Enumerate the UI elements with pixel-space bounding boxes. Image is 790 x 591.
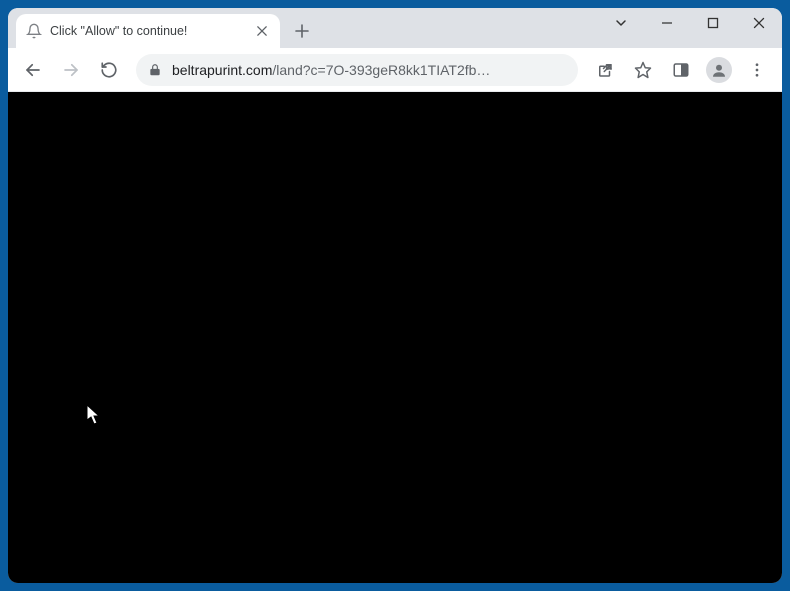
menu-button[interactable] [740, 53, 774, 87]
toolbar: beltrapurint.com/land?c=7O-393geR8kk1TIA… [8, 48, 782, 92]
window-close-button[interactable] [736, 8, 782, 38]
bookmark-button[interactable] [626, 53, 660, 87]
lock-icon [148, 63, 162, 77]
tab-title: Click "Allow" to continue! [50, 24, 246, 38]
cursor-icon [86, 404, 102, 426]
reload-button[interactable] [92, 53, 126, 87]
window-dropdown-button[interactable] [598, 8, 644, 38]
side-panel-button[interactable] [664, 53, 698, 87]
window-minimize-button[interactable] [644, 8, 690, 38]
window-maximize-button[interactable] [690, 8, 736, 38]
window-controls [598, 8, 782, 38]
browser-tab[interactable]: Click "Allow" to continue! [16, 14, 280, 48]
bell-icon [26, 23, 42, 39]
back-button[interactable] [16, 53, 50, 87]
tab-strip: Click "Allow" to continue! [8, 8, 782, 48]
url-domain: beltrapurint.com [172, 62, 272, 78]
forward-button[interactable] [54, 53, 88, 87]
url-path: /land?c=7O-393geR8kk1TIAT2fb… [272, 62, 490, 78]
address-bar[interactable]: beltrapurint.com/land?c=7O-393geR8kk1TIA… [136, 54, 578, 86]
browser-window: Click "Allow" to continue! [8, 8, 782, 583]
page-content [8, 92, 782, 583]
share-button[interactable] [588, 53, 622, 87]
new-tab-button[interactable] [288, 17, 316, 45]
tab-close-button[interactable] [254, 23, 270, 39]
url-text: beltrapurint.com/land?c=7O-393geR8kk1TIA… [172, 62, 566, 78]
profile-button[interactable] [702, 53, 736, 87]
avatar-icon [706, 57, 732, 83]
